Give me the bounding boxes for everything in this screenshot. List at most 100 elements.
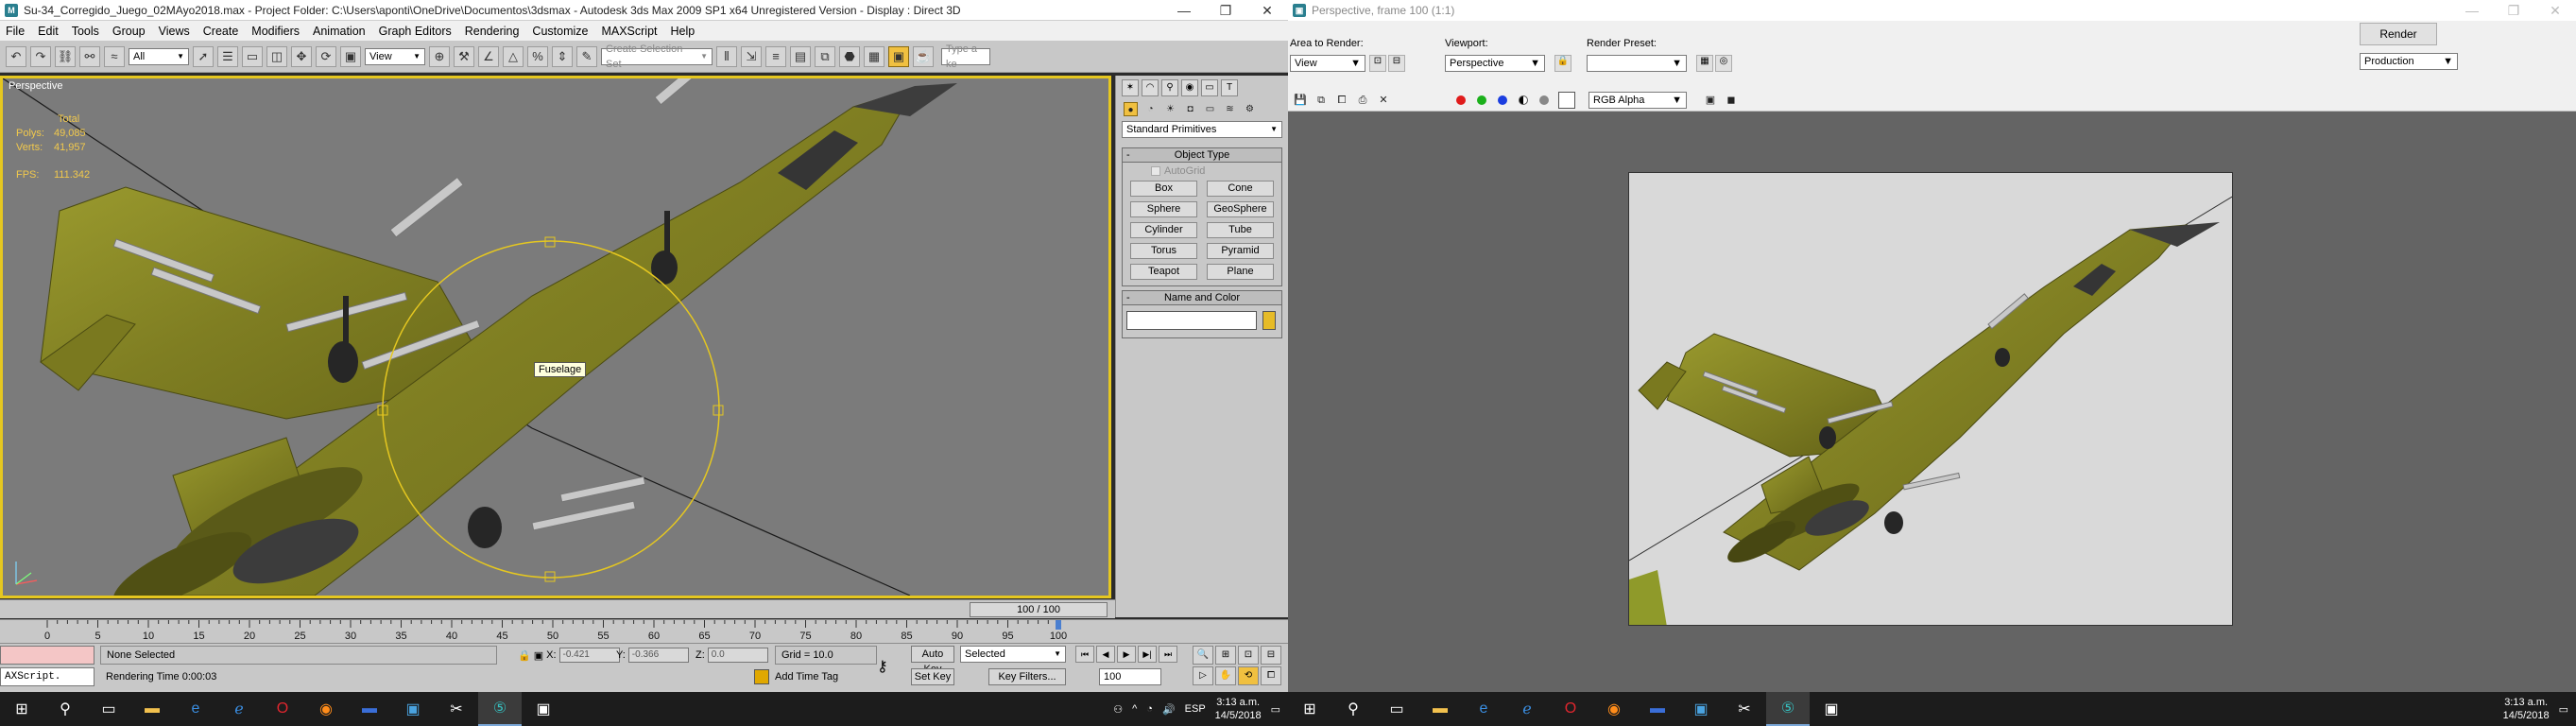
swatch-icon[interactable]	[1558, 91, 1575, 109]
edge-icon[interactable]: e	[1462, 692, 1505, 726]
firefox-icon[interactable]: ◉	[1592, 692, 1636, 726]
search-icon[interactable]: ⚲	[43, 692, 87, 726]
reference-coordinate-dropdown[interactable]: View ▼	[365, 47, 425, 65]
selection-filter-dropdown[interactable]: All ▼	[129, 47, 189, 65]
windows-start-icon[interactable]: ⊞	[1288, 692, 1331, 726]
opera-icon[interactable]: O	[261, 692, 304, 726]
restore-icon[interactable]: ❐	[1205, 0, 1246, 21]
auto-key-button[interactable]: Auto Key	[911, 646, 954, 675]
select-and-rotate-icon[interactable]: ⟳	[316, 45, 336, 67]
red-channel-icon[interactable]	[1456, 95, 1466, 105]
space-warps-icon[interactable]: ≋	[1223, 102, 1237, 116]
maxscript-listener-pink[interactable]	[0, 646, 94, 665]
y-value[interactable]: -0.366	[627, 648, 689, 663]
percent-snap-icon[interactable]: %	[527, 45, 548, 67]
menu-maxscript[interactable]: MAXScript	[601, 25, 657, 38]
absolute-mode-icon[interactable]: ▣	[534, 649, 543, 662]
angle-snap-icon[interactable]: △	[503, 45, 524, 67]
maxscript-mini-listener[interactable]: AXScript.	[0, 667, 94, 686]
key-filters-button[interactable]: Key Filters...	[988, 668, 1066, 685]
select-by-name-icon[interactable]: ☰	[217, 45, 238, 67]
close-icon[interactable]: ✕	[1246, 0, 1288, 21]
menu-graph-editors[interactable]: Graph Editors	[379, 25, 452, 38]
render-button[interactable]: Render	[2360, 23, 2437, 45]
monochrome-icon[interactable]	[1539, 95, 1549, 105]
render-preset-dropdown[interactable]: ▼	[1587, 55, 1687, 72]
pivot-center-icon[interactable]: ⊕	[429, 45, 450, 67]
autogrid-checkbox[interactable]: AutoGrid	[1123, 163, 1281, 177]
menu-animation[interactable]: Animation	[313, 25, 366, 38]
mirror-icon[interactable]: ⫴	[716, 45, 737, 67]
tube-button[interactable]: Tube	[1207, 222, 1274, 238]
rendered-frame-window-icon[interactable]: ▣	[888, 45, 909, 67]
lock-icon[interactable]: 🔒	[518, 649, 531, 662]
menu-customize[interactable]: Customize	[532, 25, 588, 38]
set-key-button[interactable]: Set Key	[911, 668, 954, 685]
hierarchy-tab-icon[interactable]: ⚲	[1161, 79, 1178, 96]
primitive-category-dropdown[interactable]: Standard Primitives ▼	[1122, 121, 1282, 138]
geosphere-button[interactable]: GeoSphere	[1207, 201, 1274, 217]
select-and-scale-icon[interactable]: ▣	[340, 45, 361, 67]
render-setup-icon[interactable]: ▦	[1696, 55, 1713, 72]
go-to-end-icon[interactable]: ⏭	[1159, 646, 1177, 663]
zoom-all-icon[interactable]: ⊞	[1215, 646, 1236, 665]
volume-icon[interactable]: 🔊	[1162, 703, 1176, 716]
menu-edit[interactable]: Edit	[38, 25, 59, 38]
display-tab-icon[interactable]: ▭	[1201, 79, 1218, 96]
keyboard-search-field[interactable]: Type a ke	[941, 43, 990, 70]
green-channel-icon[interactable]	[1477, 95, 1486, 105]
show-hidden-icons[interactable]: ^	[1132, 703, 1137, 715]
app-icon[interactable]: ▬	[348, 692, 391, 726]
add-time-tag[interactable]: Add Time Tag	[754, 669, 838, 684]
menu-tools[interactable]: Tools	[72, 25, 99, 38]
sphere-button[interactable]: Sphere	[1130, 201, 1197, 217]
clear-icon[interactable]: ✕	[1375, 92, 1392, 109]
align-icon[interactable]: ⇲	[741, 45, 762, 67]
utilities-tab-icon[interactable]: T	[1221, 79, 1238, 96]
redo-icon[interactable]: ↷	[30, 45, 51, 67]
render-window-taskbar-icon[interactable]: ▣	[522, 692, 565, 726]
next-frame-icon[interactable]: ▶|	[1138, 646, 1157, 663]
bind-space-warp-icon[interactable]: ≈	[104, 45, 125, 67]
x-value[interactable]: -0.421	[558, 648, 620, 663]
edge-icon[interactable]: e	[174, 692, 217, 726]
minimize-icon[interactable]: —	[1163, 0, 1205, 21]
window-crossing-icon[interactable]: ◫	[266, 45, 287, 67]
photos-icon[interactable]: ▣	[1679, 692, 1723, 726]
select-object-icon[interactable]: ➚	[193, 45, 214, 67]
go-to-start-icon[interactable]: ⏮	[1075, 646, 1094, 663]
box-button[interactable]: Box	[1130, 181, 1197, 197]
opera-icon[interactable]: O	[1549, 692, 1592, 726]
search-icon[interactable]: ⚲	[1331, 692, 1375, 726]
track-bar[interactable]: 0 5 10 15 20 25 30 35 40 45 50 55 60 65 70 75 80 85 90 95 10…	[0, 619, 1288, 643]
curve-editor-icon[interactable]: ▤	[790, 45, 811, 67]
menu-help[interactable]: Help	[671, 25, 696, 38]
3dsmax-taskbar-icon[interactable]: ⑤	[478, 692, 522, 726]
unlink-icon[interactable]: ⚯	[79, 45, 100, 67]
cameras-icon[interactable]: ◘	[1183, 102, 1197, 116]
firefox-icon[interactable]: ◉	[304, 692, 348, 726]
pan-icon[interactable]: ✋	[1215, 666, 1236, 685]
perspective-viewport[interactable]: Perspective Total Polys: 49,085 Verts: 41,…	[0, 76, 1111, 598]
alpha-channel-icon[interactable]	[1519, 95, 1528, 105]
previous-frame-icon[interactable]: ◀	[1096, 646, 1115, 663]
maximize-viewport-icon[interactable]: ⧠	[1261, 666, 1281, 685]
key-icon[interactable]: ⚷	[877, 657, 888, 676]
torus-button[interactable]: Torus	[1130, 243, 1197, 259]
auto-region-icon[interactable]: ⊟	[1388, 55, 1405, 72]
spinner-snap-icon[interactable]: ⇕	[552, 45, 573, 67]
modify-tab-icon[interactable]: ◠	[1142, 79, 1159, 96]
menu-group[interactable]: Group	[112, 25, 146, 38]
undo-icon[interactable]: ↶	[6, 45, 26, 67]
3dsmax-taskbar-icon[interactable]: ⑤	[1766, 692, 1810, 726]
menu-create[interactable]: Create	[203, 25, 239, 38]
render-setup-icon[interactable]: ▦	[864, 45, 884, 67]
file-explorer-icon[interactable]: ▬	[130, 692, 174, 726]
internet-explorer-icon[interactable]: ℯ	[217, 692, 261, 726]
current-frame-input[interactable]: 100	[1099, 668, 1161, 685]
production-dropdown[interactable]: Production ▼	[2360, 53, 2458, 70]
wifi-icon[interactable]: ◔	[1146, 703, 1153, 715]
render-window-taskbar-icon[interactable]: ▣	[1810, 692, 1853, 726]
field-of-view-icon[interactable]: ▷	[1193, 666, 1213, 685]
select-manipulate-icon[interactable]: ⚒	[454, 45, 474, 67]
